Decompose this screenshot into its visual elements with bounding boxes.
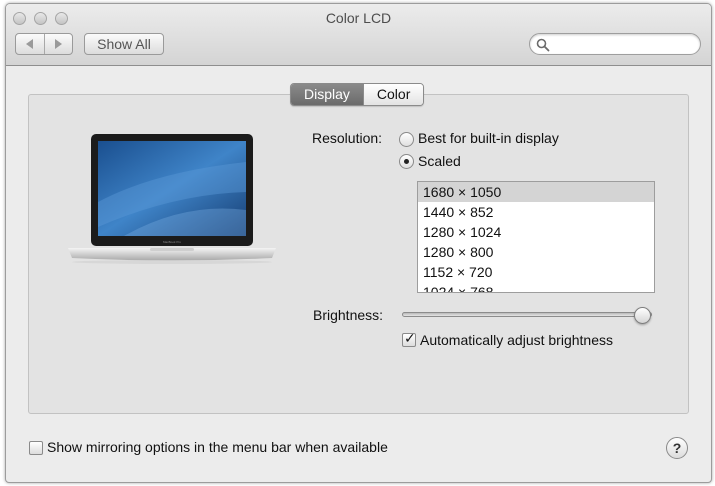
mirroring-checkbox[interactable]	[29, 441, 43, 455]
window-title: Color LCD	[325, 10, 392, 26]
back-button[interactable]	[16, 34, 44, 54]
search-icon	[536, 38, 550, 52]
tab-color[interactable]: Color	[362, 84, 424, 105]
chevron-left-icon	[26, 39, 34, 49]
brightness-slider-track[interactable]	[402, 312, 652, 317]
scaled-label[interactable]: Scaled	[418, 153, 461, 169]
resolution-list[interactable]: 1680 × 1050 1440 × 852 1280 × 1024 1280 …	[417, 181, 655, 293]
best-for-display-radio[interactable]	[399, 132, 414, 147]
resolution-label: Resolution:	[312, 130, 383, 146]
svg-text:MacBook Pro: MacBook Pro	[163, 240, 181, 244]
scaled-radio[interactable]	[399, 154, 414, 169]
checkmark-icon: ✓	[404, 330, 416, 346]
forward-button[interactable]	[43, 34, 73, 54]
auto-brightness-checkbox[interactable]: ✓	[402, 330, 416, 347]
auto-brightness-label[interactable]: Automatically adjust brightness	[420, 332, 613, 348]
resolution-item[interactable]: 1280 × 800	[418, 242, 654, 262]
mirroring-label[interactable]: Show mirroring options in the menu bar w…	[47, 439, 388, 455]
brightness-label: Brightness:	[313, 307, 384, 323]
back-forward-control	[15, 33, 73, 55]
search-field[interactable]	[529, 33, 701, 55]
tab-bar: Display Color	[290, 83, 425, 106]
search-input[interactable]	[552, 35, 694, 53]
show-all-button[interactable]: Show All	[84, 33, 164, 55]
resolution-item[interactable]: 1280 × 1024	[418, 222, 654, 242]
resolution-item[interactable]: 1680 × 1050	[418, 182, 654, 202]
preferences-window: Color LCD Show All Display Color MacBook…	[5, 3, 712, 483]
best-for-display-label[interactable]: Best for built-in display	[418, 130, 559, 146]
resolution-item[interactable]: 1152 × 720	[418, 262, 654, 282]
title-bar: Color LCD Show All	[6, 4, 711, 66]
resolution-item[interactable]: 1440 × 852	[418, 202, 654, 222]
laptop-image: MacBook Pro	[68, 134, 276, 264]
chevron-right-icon	[54, 39, 62, 49]
help-button[interactable]: ?	[666, 437, 688, 459]
resolution-item[interactable]: 1024 × 768	[418, 282, 654, 292]
tab-display[interactable]: Display	[291, 84, 363, 105]
